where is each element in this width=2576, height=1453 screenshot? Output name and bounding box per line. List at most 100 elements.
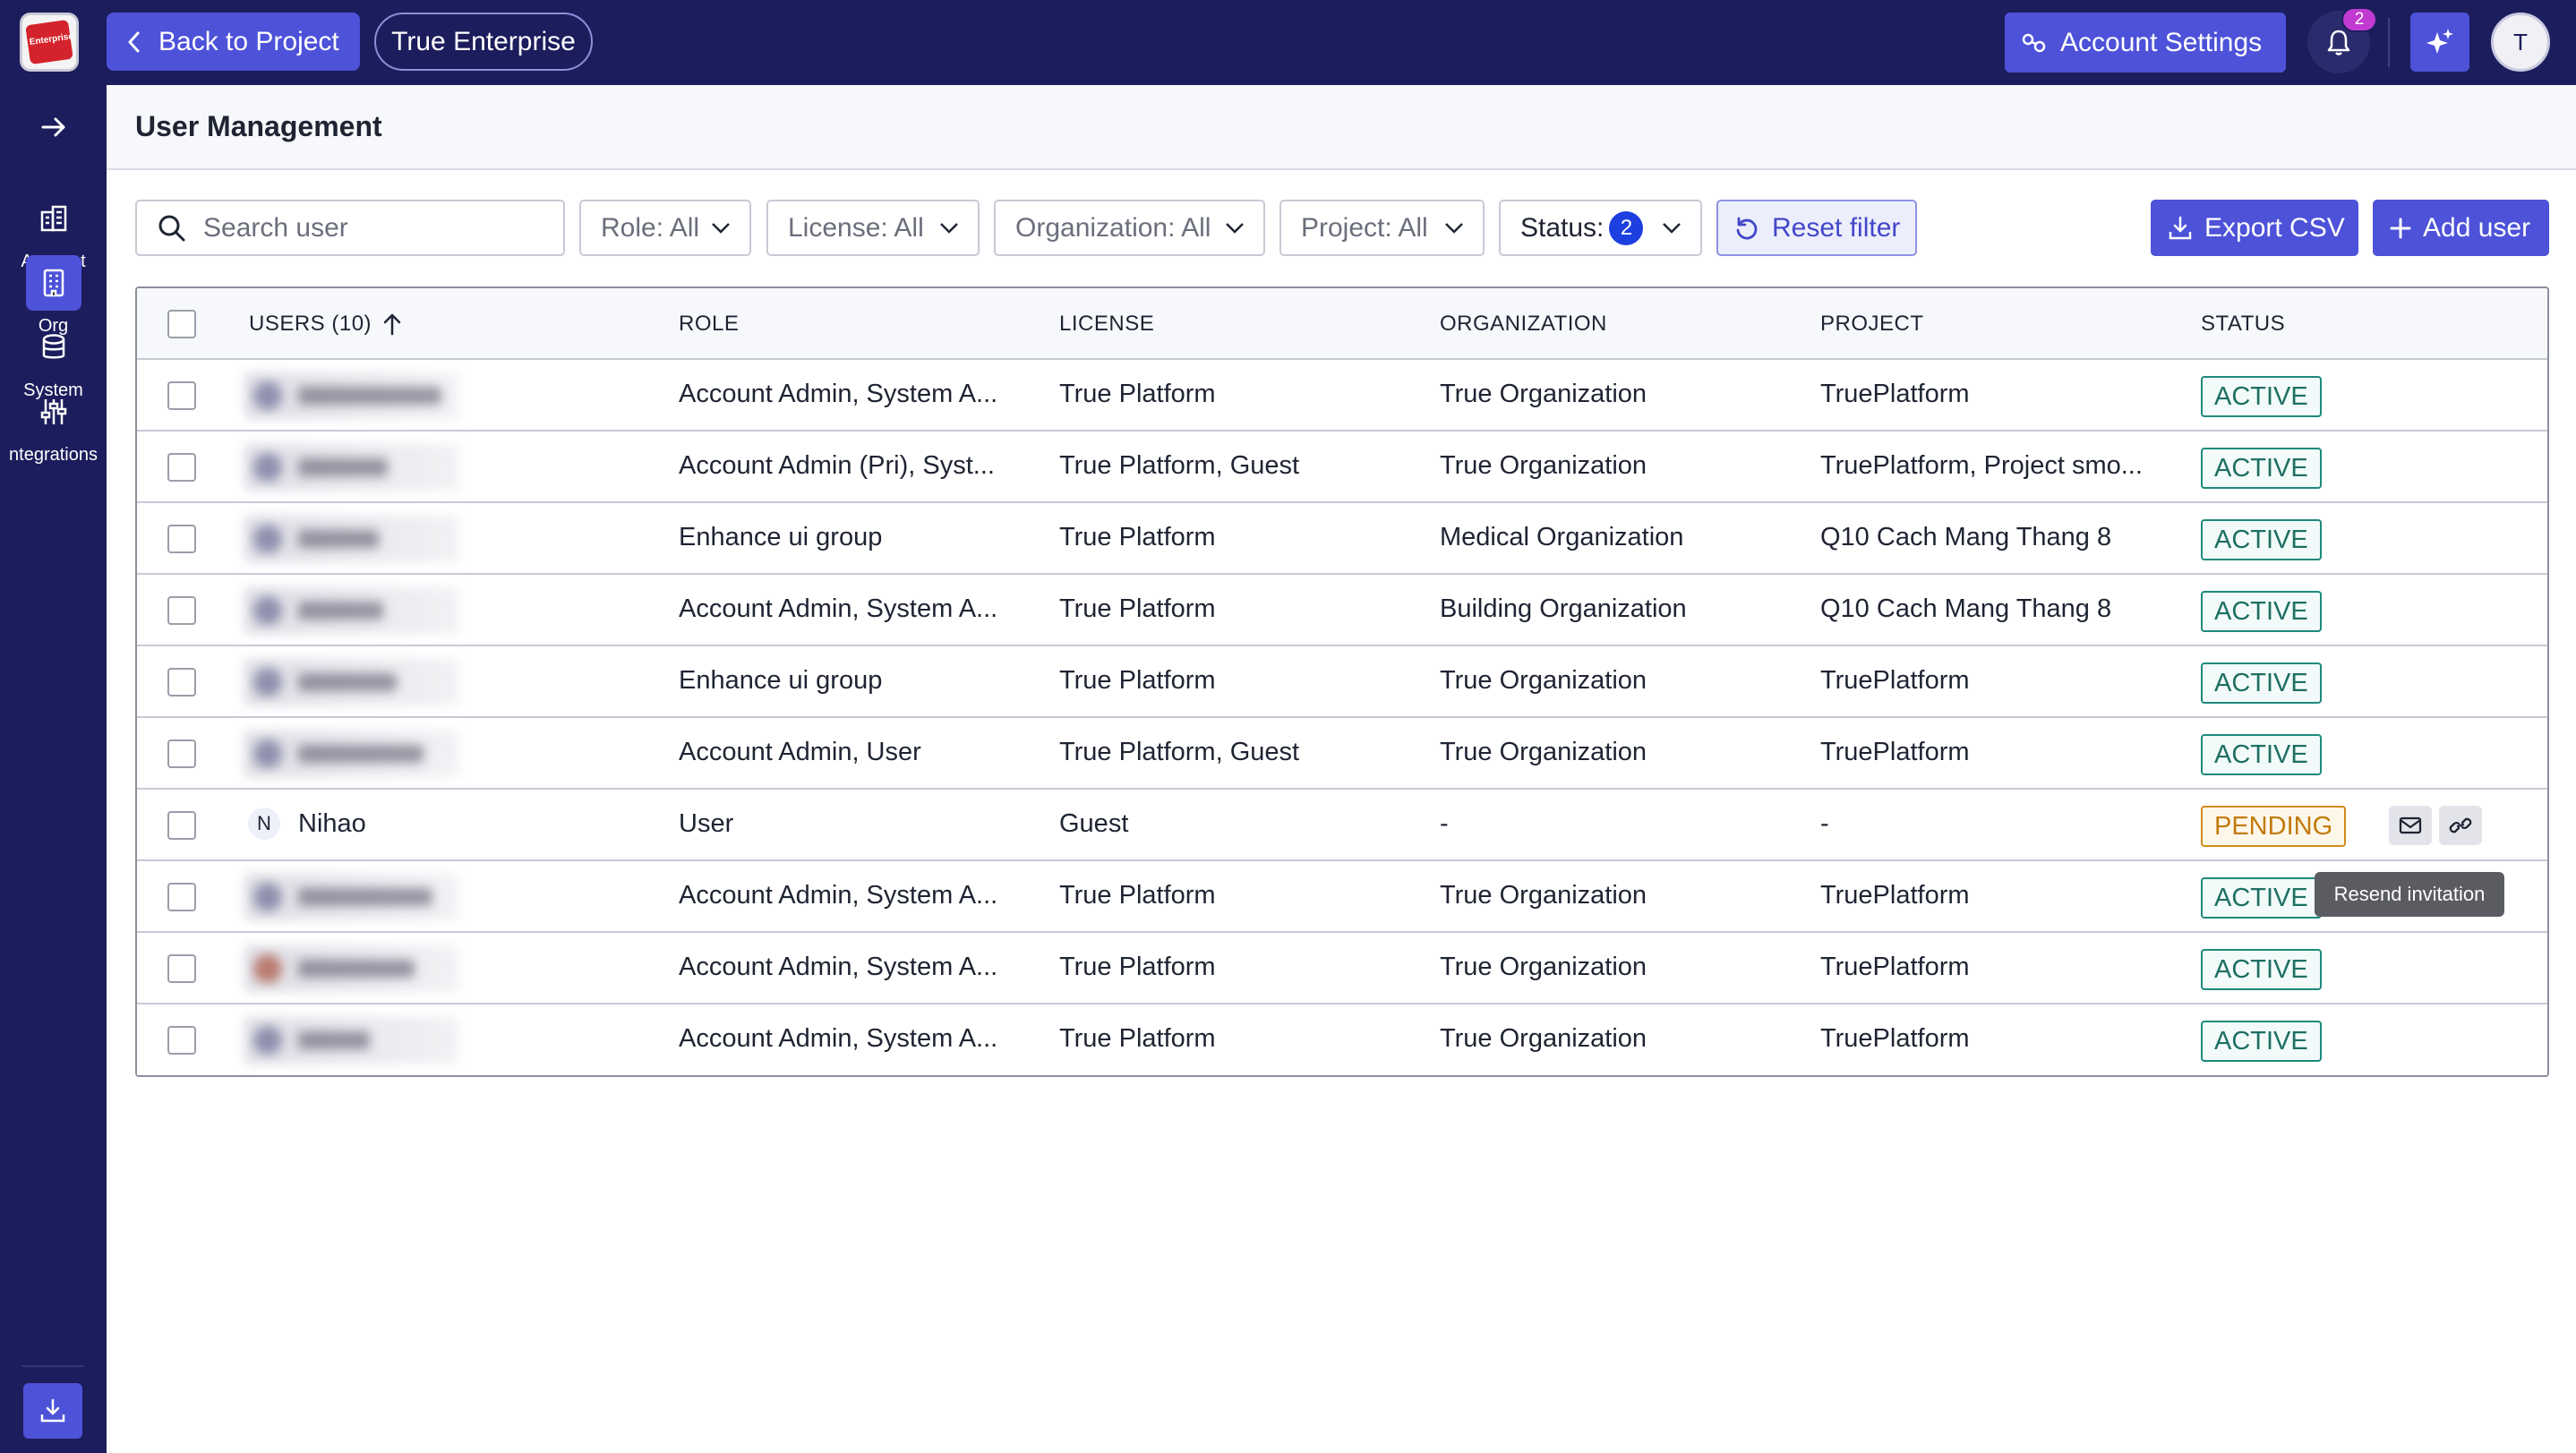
organization-cell: True Organization — [1440, 1024, 1647, 1053]
status-badge: ACTIVE — [2201, 448, 2322, 489]
table-row[interactable]: Account Admin (Pri), Syst... True Platfo… — [137, 432, 2547, 503]
resend-invitation-button[interactable] — [2389, 806, 2432, 845]
sidebar-item-integrations[interactable]: ntegrations — [0, 384, 107, 483]
column-header-users[interactable]: USERS (10) — [249, 312, 402, 337]
license-cell: True Platform — [1059, 953, 1216, 981]
status-filter-count: 2 — [1609, 210, 1644, 245]
row-checkbox[interactable] — [167, 1026, 196, 1055]
sidebar-item-icon-wrap — [25, 255, 81, 311]
redacted-name-text — [298, 602, 383, 620]
user-avatar-initial: N — [248, 808, 280, 840]
plus-icon — [2390, 218, 2411, 238]
account-settings-button[interactable]: Account Settings — [2005, 13, 2286, 73]
status-filter-label: Status: — [1520, 212, 1605, 243]
redacted-name-text — [298, 673, 397, 691]
redacted-name-text — [298, 530, 379, 548]
column-header-organization: ORGANIZATION — [1440, 312, 1607, 336]
chevron-down-icon — [940, 222, 958, 234]
organization-cell: Building Organization — [1440, 594, 1687, 623]
row-checkbox[interactable] — [167, 811, 196, 840]
organization-cell: True Organization — [1440, 451, 1647, 480]
license-filter[interactable]: License: All — [766, 200, 980, 256]
row-checkbox[interactable] — [167, 453, 196, 482]
redacted-user-name — [244, 372, 459, 419]
status-filter[interactable]: Status: 2 — [1499, 200, 1702, 256]
redacted-user-name — [244, 516, 459, 562]
row-checkbox[interactable] — [167, 954, 196, 983]
redacted-avatar — [253, 954, 282, 983]
search-box[interactable] — [135, 200, 565, 256]
reset-filter-button[interactable]: Reset filter — [1716, 200, 1917, 256]
redacted-avatar — [253, 596, 282, 625]
add-user-button[interactable]: Add user — [2373, 200, 2549, 256]
redacted-user-name — [244, 444, 459, 491]
license-cell: True Platform — [1059, 523, 1216, 551]
project-cell: TruePlatform — [1820, 1024, 1970, 1053]
mail-icon — [2399, 816, 2422, 834]
table-row[interactable]: Account Admin, System A... True Platform… — [137, 933, 2547, 1004]
redacted-user-name — [244, 1017, 459, 1064]
ai-assistant-button[interactable] — [2410, 13, 2469, 72]
project-cell: Q10 Cach Mang Thang 8 — [1820, 523, 2112, 551]
building-icon — [40, 205, 66, 232]
table-row[interactable]: N Nihao User Guest - - PENDING — [137, 790, 2547, 861]
project-cell: TruePlatform, Project smo... — [1820, 451, 2143, 480]
status-badge: ACTIVE — [2201, 662, 2322, 704]
license-cell: True Platform — [1059, 1024, 1216, 1053]
project-filter[interactable]: Project: All — [1279, 200, 1485, 256]
row-checkbox[interactable] — [167, 668, 196, 697]
chevron-left-icon — [128, 31, 140, 52]
table-row[interactable]: Enhance ui group True Platform Medical O… — [137, 503, 2547, 575]
expand-sidebar-icon[interactable] — [39, 114, 68, 141]
table-row[interactable]: Account Admin, System A... True Platform… — [137, 360, 2547, 432]
role-cell: Account Admin, System A... — [679, 594, 998, 623]
status-badge: ACTIVE — [2201, 949, 2322, 990]
row-checkbox[interactable] — [167, 739, 196, 768]
organization-filter[interactable]: Organization: All — [994, 200, 1265, 256]
role-cell: Enhance ui group — [679, 523, 883, 551]
status-badge: ACTIVE — [2201, 734, 2322, 775]
redacted-avatar — [253, 525, 282, 553]
select-all-checkbox[interactable] — [167, 310, 196, 338]
redacted-avatar — [253, 668, 282, 697]
role-filter[interactable]: Role: All — [579, 200, 751, 256]
table-row[interactable]: Enhance ui group True Platform True Orga… — [137, 646, 2547, 718]
chevron-down-icon — [1226, 222, 1244, 234]
sliders-icon — [40, 399, 66, 424]
chevron-down-icon — [712, 222, 730, 234]
row-checkbox[interactable] — [167, 596, 196, 625]
user-avatar[interactable]: T — [2491, 13, 2550, 72]
table-row[interactable]: Account Admin, System A... True Platform… — [137, 861, 2547, 933]
organization-cell: True Organization — [1440, 666, 1647, 695]
column-header-license: LICENSE — [1059, 312, 1155, 336]
organization-cell: True Organization — [1440, 380, 1647, 408]
table-row[interactable]: Account Admin, System A... True Platform… — [137, 1004, 2547, 1075]
table-row[interactable]: Account Admin, User True Platform, Guest… — [137, 718, 2547, 790]
row-checkbox[interactable] — [167, 525, 196, 553]
export-icon — [2169, 216, 2192, 239]
download-button[interactable] — [23, 1383, 82, 1439]
table-row[interactable]: Account Admin, System A... True Platform… — [137, 575, 2547, 646]
role-cell: Enhance ui group — [679, 666, 883, 695]
back-to-project-button[interactable]: Back to Project — [107, 13, 360, 71]
app-logo[interactable]: Enterprise — [20, 13, 79, 72]
license-cell: True Platform, Guest — [1059, 738, 1300, 766]
row-checkbox[interactable] — [167, 381, 196, 410]
export-csv-button[interactable]: Export CSV — [2151, 200, 2358, 256]
copy-invite-link-button[interactable] — [2439, 806, 2482, 845]
license-cell: True Platform — [1059, 594, 1216, 623]
column-header-project: PROJECT — [1820, 312, 1924, 336]
topbar-divider — [2388, 18, 2390, 67]
row-checkbox[interactable] — [167, 883, 196, 911]
role-cell: User — [679, 809, 734, 838]
redacted-name-text — [298, 387, 441, 405]
search-icon — [158, 215, 185, 241]
project-name-pill[interactable]: True Enterprise — [374, 13, 593, 71]
role-cell: Account Admin, System A... — [679, 1024, 998, 1053]
redacted-avatar — [253, 739, 282, 768]
status-badge: PENDING — [2201, 806, 2347, 847]
project-cell: TruePlatform — [1820, 881, 1970, 910]
logo-mark: Enterprise — [25, 19, 74, 65]
search-input[interactable] — [203, 212, 543, 244]
redacted-user-name — [244, 945, 459, 992]
